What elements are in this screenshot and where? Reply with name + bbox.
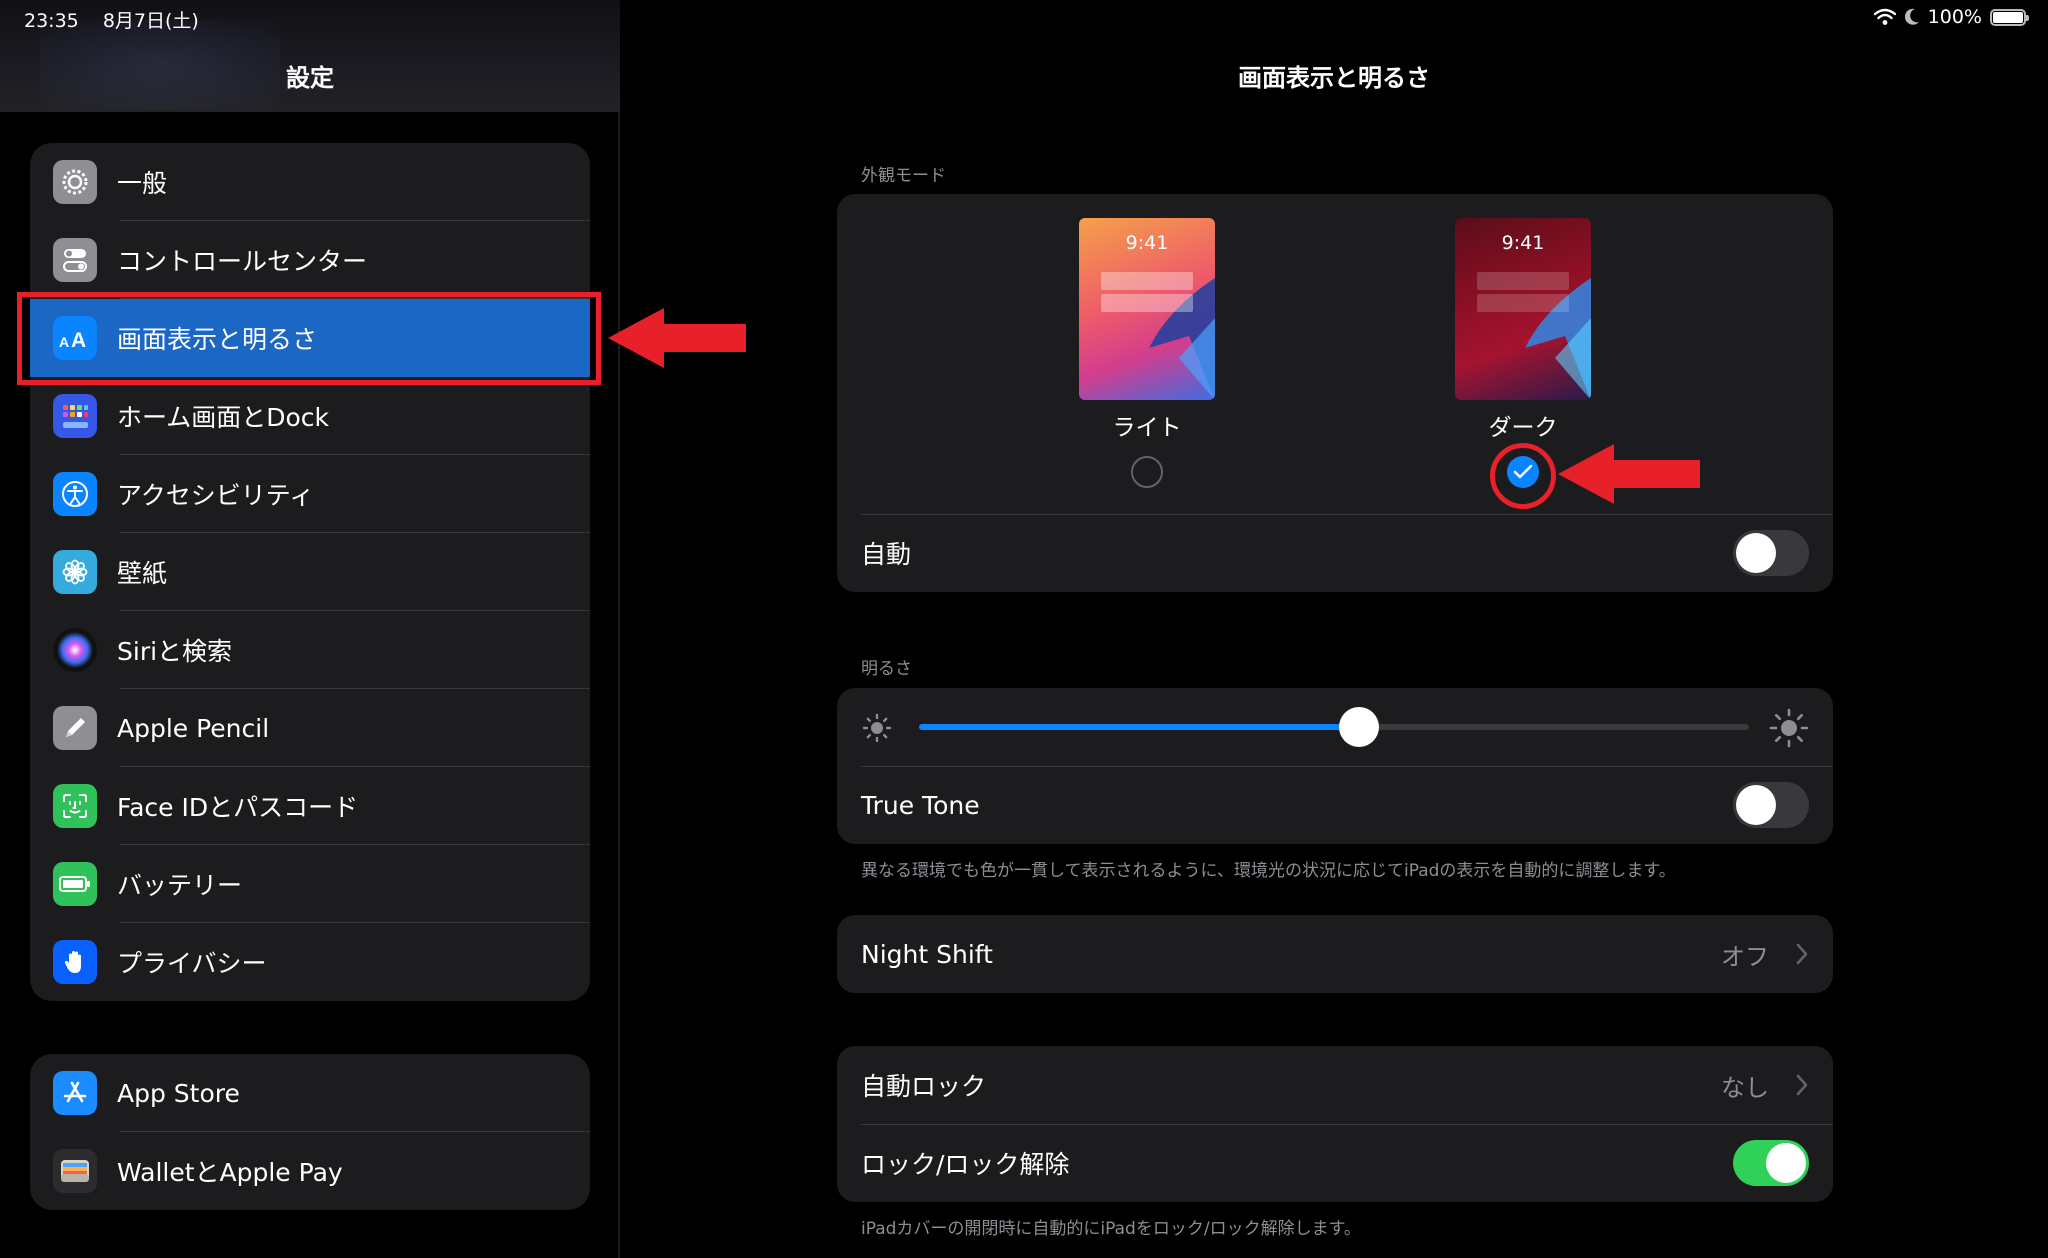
- wallet-icon: [53, 1149, 97, 1193]
- sidebar: 23:35 8月7日(土) 設定 一般 コントロールセンター AA 画面表示と明…: [0, 0, 620, 1258]
- sidebar-item-label: 壁紙: [117, 559, 168, 588]
- siri-icon: [53, 628, 97, 672]
- sidebar-item-label: Apple Pencil: [117, 713, 270, 743]
- sidebar-item-wallpaper[interactable]: 壁紙: [30, 533, 590, 611]
- annotation-arrow-left-icon: [608, 308, 746, 368]
- sidebar-item-face-id[interactable]: Face IDとパスコード: [30, 767, 590, 845]
- status-time: 23:35: [24, 10, 79, 32]
- sidebar-item-label: バッテリー: [117, 871, 243, 900]
- light-mode-label: ライト: [1112, 415, 1182, 441]
- auto-appearance-row: 自動: [837, 514, 1833, 592]
- battery-percent: 100%: [1927, 6, 1982, 28]
- lock-group: 自動ロック なし ロック/ロック解除: [837, 1046, 1833, 1202]
- lock-unlock-toggle[interactable]: [1733, 1140, 1809, 1186]
- annotation-highlight-box: [17, 292, 601, 385]
- auto-lock-row[interactable]: 自動ロック なし: [837, 1046, 1833, 1124]
- brightness-slider-handle[interactable]: [1338, 707, 1379, 747]
- sidebar-item-label: Siriと検索: [117, 637, 233, 666]
- moon-icon: [1904, 8, 1919, 25]
- sidebar-item-general[interactable]: 一般: [30, 143, 590, 221]
- light-preview-time: 9:41: [1125, 232, 1169, 254]
- sidebar-item-label: 一般: [117, 169, 168, 198]
- night-shift-row[interactable]: Night Shift オフ: [837, 915, 1833, 993]
- pencil-icon: [53, 706, 97, 750]
- chevron-right-icon: [1796, 1074, 1808, 1096]
- sidebar-title: 設定: [286, 64, 334, 92]
- sun-large-icon: [1769, 708, 1809, 748]
- auto-appearance-label: 自動: [861, 540, 912, 569]
- switches-icon: [53, 238, 97, 282]
- annotation-highlight-circle: [1490, 443, 1556, 509]
- lock-unlock-row: ロック/ロック解除: [837, 1124, 1833, 1202]
- brightness-group: True Tone: [837, 688, 1833, 844]
- sidebar-item-privacy[interactable]: プライバシー: [30, 923, 590, 1001]
- sidebar-item-control-center[interactable]: コントロールセンター: [30, 221, 590, 299]
- brightness-section-label: 明るさ: [861, 659, 912, 679]
- sidebar-item-label: コントロールセンター: [117, 247, 368, 276]
- dark-mode-preview[interactable]: 9:41: [1455, 218, 1591, 400]
- sidebar-item-battery[interactable]: バッテリー: [30, 845, 590, 923]
- appearance-section-label: 外観モード: [861, 166, 946, 186]
- gear-icon: [53, 160, 97, 204]
- sidebar-item-label: アクセシビリティ: [117, 481, 315, 510]
- night-shift-label: Night Shift: [861, 939, 993, 969]
- auto-appearance-toggle[interactable]: [1733, 530, 1809, 576]
- sidebar-item-app-store[interactable]: App Store: [30, 1054, 590, 1132]
- status-date: 8月7日(土): [102, 10, 199, 32]
- sidebar-item-label: プライバシー: [117, 949, 267, 978]
- page-title: 画面表示と明るさ: [1238, 64, 1430, 92]
- sidebar-header: 23:35 8月7日(土) 設定: [0, 0, 620, 112]
- hand-icon: [53, 940, 97, 984]
- accessibility-icon: [53, 472, 97, 516]
- night-shift-group: Night Shift オフ: [837, 915, 1833, 993]
- battery-icon: [53, 862, 97, 906]
- sidebar-item-label: App Store: [117, 1078, 240, 1108]
- auto-lock-value: なし: [1721, 1073, 1769, 1102]
- grid-icon: [53, 394, 97, 438]
- light-mode-preview[interactable]: 9:41: [1079, 218, 1215, 400]
- faceid-icon: [53, 784, 97, 828]
- wifi-icon: [1873, 8, 1896, 25]
- flower-icon: [53, 550, 97, 594]
- dark-preview-time: 9:41: [1501, 232, 1545, 254]
- dark-mode-label: ダーク: [1488, 415, 1558, 441]
- true-tone-footnote: 異なる環境でも色が一貫して表示されるように、環境光の状況に応じてiPadの表示を…: [861, 861, 1676, 881]
- brightness-slider[interactable]: [919, 707, 1749, 747]
- status-bar-left: 23:35 8月7日(土): [24, 6, 217, 33]
- apps-list: App Store WalletとApple Pay: [30, 1054, 590, 1210]
- sidebar-item-label: ホーム画面とDock: [117, 403, 330, 432]
- night-shift-value: オフ: [1721, 942, 1769, 971]
- true-tone-toggle[interactable]: [1733, 782, 1809, 828]
- sidebar-item-home-dock[interactable]: ホーム画面とDock: [30, 377, 590, 455]
- appearance-group: 9:41 ライト 9:41 ダーク 自動: [837, 194, 1833, 592]
- chevron-right-icon: [1796, 943, 1808, 965]
- brightness-slider-fill: [919, 724, 1359, 730]
- status-bar-right: 100%: [1873, 6, 2029, 28]
- sidebar-item-apple-pencil[interactable]: Apple Pencil: [30, 689, 590, 767]
- sun-small-icon: [862, 713, 892, 743]
- sidebar-item-siri-search[interactable]: Siriと検索: [30, 611, 590, 689]
- true-tone-label: True Tone: [861, 790, 980, 820]
- light-mode-radio[interactable]: [1131, 456, 1163, 488]
- sidebar-item-wallet[interactable]: WalletとApple Pay: [30, 1132, 590, 1210]
- lock-unlock-label: ロック/ロック解除: [861, 1150, 1070, 1179]
- status-battery-icon: [1990, 8, 2029, 26]
- lock-footnote: iPadカバーの開閉時に自動的にiPadをロック/ロック解除します。: [861, 1219, 1361, 1239]
- sidebar-item-label: WalletとApple Pay: [117, 1158, 343, 1187]
- appstore-icon: [53, 1071, 97, 1115]
- true-tone-row: True Tone: [837, 766, 1833, 844]
- annotation-arrow-left-icon: [1558, 444, 1700, 504]
- sidebar-item-accessibility[interactable]: アクセシビリティ: [30, 455, 590, 533]
- sidebar-item-label: Face IDとパスコード: [117, 793, 359, 822]
- auto-lock-label: 自動ロック: [861, 1072, 987, 1101]
- settings-list: 一般 コントロールセンター AA 画面表示と明るさ ホーム画面とDock アクセ…: [30, 143, 590, 1001]
